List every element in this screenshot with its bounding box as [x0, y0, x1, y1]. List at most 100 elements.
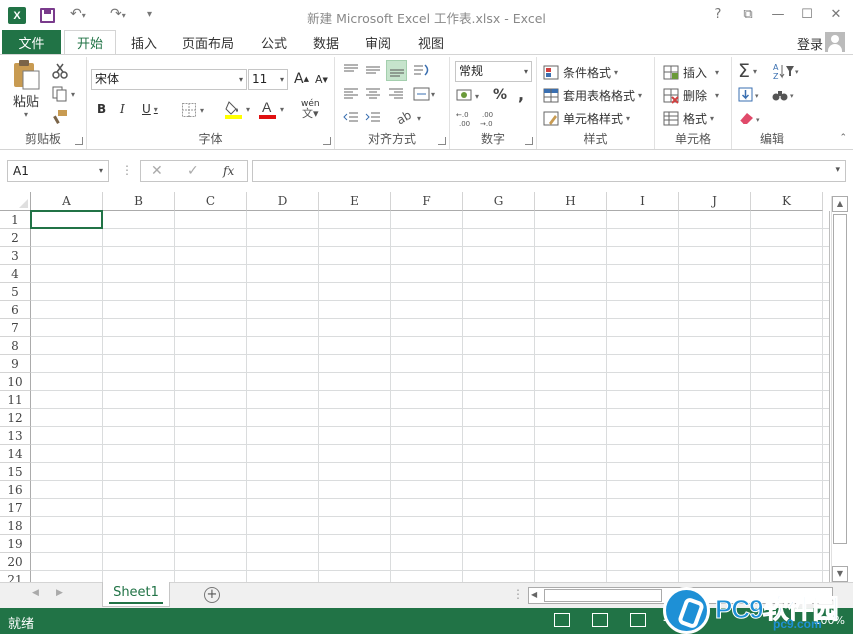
- orientation-icon[interactable]: [413, 63, 431, 79]
- vertical-scroll-thumb[interactable]: [833, 214, 847, 544]
- format-as-table-button[interactable]: 套用表格格式 ▾: [543, 87, 642, 104]
- save-icon[interactable]: [40, 8, 55, 23]
- column-header[interactable]: F: [391, 192, 463, 211]
- merge-center-icon[interactable]: ▾: [413, 87, 439, 101]
- font-size-box[interactable]: 11 ▾: [248, 69, 288, 90]
- undo-icon[interactable]: ↶▾: [70, 6, 86, 22]
- cut-button[interactable]: [52, 63, 68, 79]
- column-header[interactable]: G: [463, 192, 535, 211]
- cell-styles-button[interactable]: 单元格样式 ▾: [543, 110, 630, 127]
- number-format-box[interactable]: 常规 ▾: [455, 61, 532, 82]
- decrease-indent-icon[interactable]: [343, 111, 359, 125]
- conditional-formatting-button[interactable]: 条件格式 ▾: [543, 64, 618, 81]
- find-select-button[interactable]: ▾: [772, 87, 798, 103]
- next-sheet-icon[interactable]: ▶: [56, 588, 63, 598]
- fill-color-button[interactable]: ▾: [225, 99, 250, 119]
- column-header[interactable]: H: [535, 192, 607, 211]
- ribbon-display-button[interactable]: ⧉: [737, 5, 759, 25]
- decrease-decimal-icon[interactable]: .00→.0: [480, 109, 502, 127]
- tab-formulas[interactable]: 公式: [252, 30, 296, 54]
- number-launcher-icon[interactable]: [525, 137, 533, 145]
- row-header[interactable]: 16: [0, 481, 31, 499]
- row-header[interactable]: 11: [0, 391, 31, 409]
- row-header[interactable]: 3: [0, 247, 31, 265]
- maximize-button[interactable]: ☐: [796, 5, 818, 25]
- row-header[interactable]: 7: [0, 319, 31, 337]
- tab-page-layout[interactable]: 页面布局: [176, 30, 240, 54]
- delete-cells-button[interactable]: 删除 ▾: [663, 87, 719, 104]
- sort-filter-button[interactable]: A Z ▾: [772, 62, 800, 80]
- increase-indent-icon[interactable]: [365, 111, 381, 125]
- align-bottom-button[interactable]: [386, 60, 407, 81]
- accounting-format-icon[interactable]: ▾: [456, 87, 486, 103]
- customize-qat-icon[interactable]: ▾: [147, 9, 152, 20]
- select-all-button[interactable]: [0, 192, 31, 211]
- column-header[interactable]: B: [103, 192, 175, 211]
- insert-cells-button[interactable]: 插入 ▾: [663, 64, 719, 81]
- alignment-launcher-icon[interactable]: [438, 137, 446, 145]
- row-header[interactable]: 17: [0, 499, 31, 517]
- text-direction-icon[interactable]: ab ▾: [395, 109, 425, 125]
- row-header[interactable]: 5: [0, 283, 31, 301]
- row-header[interactable]: 18: [0, 517, 31, 535]
- insert-function-icon[interactable]: fx: [223, 164, 234, 178]
- align-center-icon[interactable]: [365, 87, 381, 101]
- tab-review[interactable]: 审阅: [356, 30, 400, 54]
- normal-view-icon[interactable]: [554, 613, 570, 627]
- prev-sheet-icon[interactable]: ◀: [32, 588, 39, 598]
- autosum-button[interactable]: Σ ▾: [738, 60, 757, 82]
- active-cell[interactable]: [30, 210, 103, 229]
- percent-button[interactable]: %: [493, 87, 507, 103]
- row-header[interactable]: 15: [0, 463, 31, 481]
- minimize-button[interactable]: —: [767, 5, 789, 25]
- row-header[interactable]: 2: [0, 229, 31, 247]
- phonetic-guide-button[interactable]: wén 文▾: [301, 99, 320, 119]
- borders-button[interactable]: ▾: [181, 102, 204, 118]
- copy-button[interactable]: ▾: [52, 86, 75, 102]
- scroll-left-icon[interactable]: ◀: [531, 590, 537, 599]
- column-header[interactable]: C: [175, 192, 247, 211]
- column-header[interactable]: E: [319, 192, 391, 211]
- row-header[interactable]: 8: [0, 337, 31, 355]
- page-layout-view-icon[interactable]: [592, 613, 608, 627]
- close-button[interactable]: ✕: [825, 5, 847, 25]
- row-header[interactable]: 13: [0, 427, 31, 445]
- align-top-icon[interactable]: [343, 63, 359, 77]
- font-name-box[interactable]: 宋体 ▾: [91, 69, 247, 90]
- enter-icon[interactable]: ✓: [187, 163, 199, 179]
- decrease-font-size-button[interactable]: A ▼: [315, 73, 328, 86]
- column-header[interactable]: I: [607, 192, 679, 211]
- row-header[interactable]: 21: [0, 571, 31, 582]
- horizontal-scroll-thumb[interactable]: [544, 589, 662, 602]
- format-painter-button[interactable]: [52, 109, 68, 125]
- column-header[interactable]: J: [679, 192, 751, 211]
- bold-button[interactable]: B: [97, 102, 106, 116]
- sheet-tab-sheet1[interactable]: Sheet1: [102, 582, 170, 607]
- scroll-up-icon[interactable]: ▲: [832, 196, 848, 212]
- clipboard-launcher-icon[interactable]: [75, 137, 83, 145]
- tab-view[interactable]: 视图: [409, 30, 453, 54]
- name-box[interactable]: A1 ▾: [7, 160, 109, 182]
- scroll-down-icon[interactable]: ▼: [832, 566, 848, 582]
- comma-button[interactable]: ,: [518, 85, 524, 104]
- column-header[interactable]: K: [751, 192, 823, 211]
- page-break-view-icon[interactable]: [630, 613, 646, 627]
- tab-insert[interactable]: 插入: [122, 30, 166, 54]
- vertical-scrollbar[interactable]: ▲ ▼: [831, 196, 848, 582]
- account-icon[interactable]: [825, 32, 845, 52]
- align-middle-icon[interactable]: [365, 63, 381, 77]
- row-header[interactable]: 1: [0, 211, 31, 229]
- row-header[interactable]: 10: [0, 373, 31, 391]
- tab-file[interactable]: 文件: [2, 30, 61, 54]
- add-sheet-button[interactable]: +: [204, 587, 220, 603]
- row-header[interactable]: 4: [0, 265, 31, 283]
- paste-button[interactable]: 粘贴 ▾: [8, 59, 44, 119]
- increase-font-size-button[interactable]: A ▲: [294, 71, 309, 87]
- row-header[interactable]: 14: [0, 445, 31, 463]
- column-header[interactable]: A: [31, 192, 103, 211]
- login-link[interactable]: 登录: [797, 34, 823, 53]
- tab-data[interactable]: 数据: [304, 30, 348, 54]
- fill-button[interactable]: ▾: [738, 87, 764, 103]
- align-right-icon[interactable]: [388, 87, 404, 101]
- row-header[interactable]: 20: [0, 553, 31, 571]
